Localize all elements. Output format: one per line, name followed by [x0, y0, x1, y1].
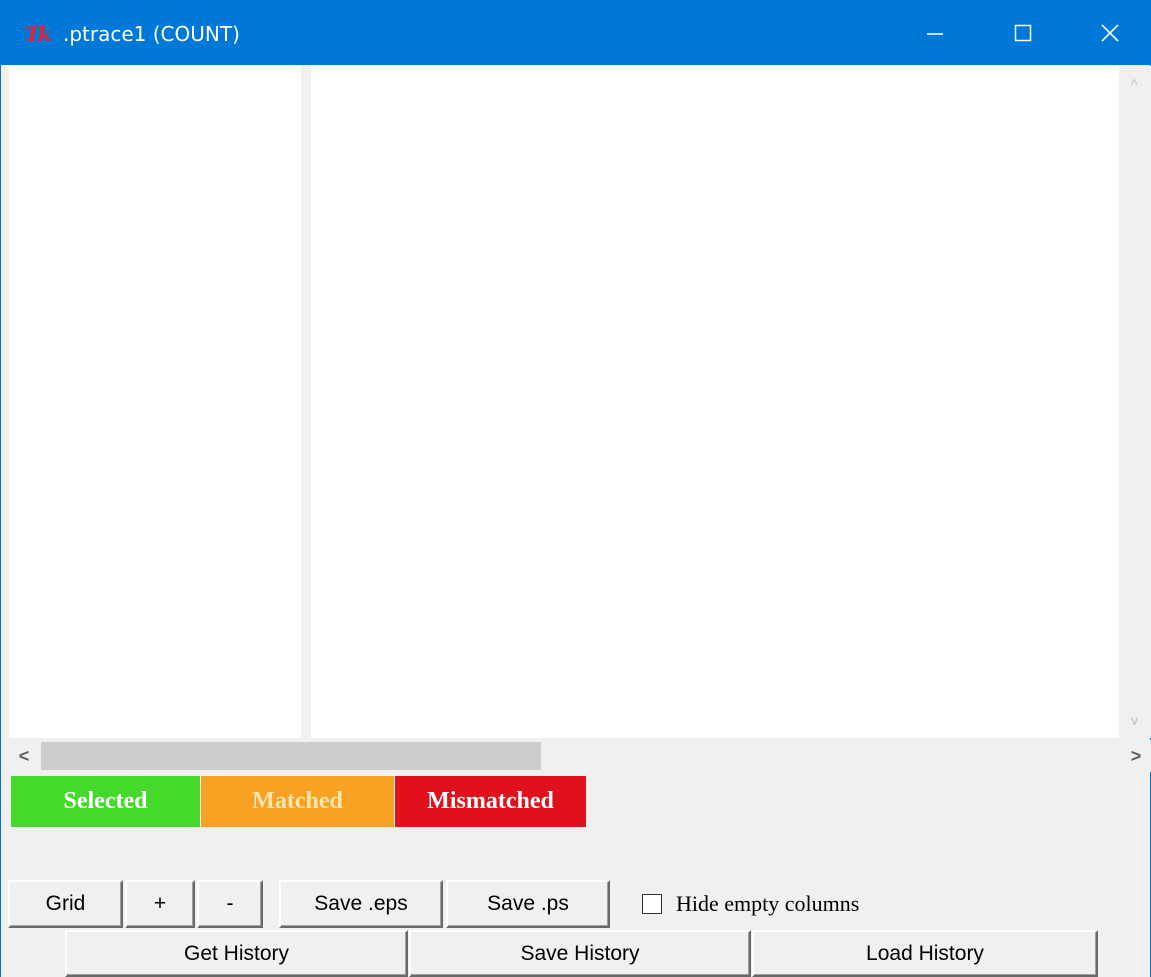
legend-matched: Matched [201, 776, 394, 827]
ptrace-window: Tk .ptrace1 (COUNT) ^ v < > Selected Mat… [0, 0, 1151, 977]
close-icon [1101, 23, 1119, 42]
close-button[interactable] [1064, 0, 1151, 65]
tk-logo-icon: Tk [25, 22, 52, 46]
hide-empty-columns-label: Hide empty columns [676, 891, 860, 916]
window-title: .ptrace1 (COUNT) [63, 22, 240, 46]
save-ps-button[interactable]: Save .ps [446, 880, 610, 928]
signal-name-pane[interactable] [9, 66, 301, 738]
hide-empty-columns-checkbox[interactable] [642, 894, 662, 914]
save-history-button[interactable]: Save History [409, 930, 751, 977]
maximize-button[interactable] [977, 0, 1069, 65]
zoom-in-button[interactable]: + [125, 880, 195, 928]
grid-button[interactable]: Grid [8, 880, 123, 928]
maximize-icon [1014, 24, 1032, 41]
load-history-button[interactable]: Load History [752, 930, 1098, 977]
title-bar[interactable]: Tk .ptrace1 (COUNT) [1, 0, 1151, 65]
minimize-button[interactable] [889, 0, 981, 65]
scroll-right-icon[interactable]: > [1125, 745, 1147, 767]
scroll-down-icon[interactable]: v [1131, 712, 1138, 728]
horizontal-scrollbar[interactable]: < > [9, 740, 1151, 772]
horizontal-scroll-thumb[interactable] [41, 742, 541, 770]
zoom-out-button[interactable]: - [197, 880, 263, 928]
get-history-button[interactable]: Get History [65, 930, 408, 977]
scroll-up-icon[interactable]: ^ [1131, 76, 1138, 92]
vertical-scrollbar[interactable]: ^ v [1121, 66, 1151, 738]
trace-canvas[interactable] [311, 66, 1119, 738]
hide-empty-columns-toggle[interactable]: Hide empty columns [642, 891, 859, 917]
scroll-left-icon[interactable]: < [13, 745, 35, 767]
minimize-icon [927, 32, 943, 35]
legend-selected: Selected [11, 776, 200, 827]
legend-mismatched: Mismatched [395, 776, 586, 827]
save-eps-button[interactable]: Save .eps [279, 880, 443, 928]
